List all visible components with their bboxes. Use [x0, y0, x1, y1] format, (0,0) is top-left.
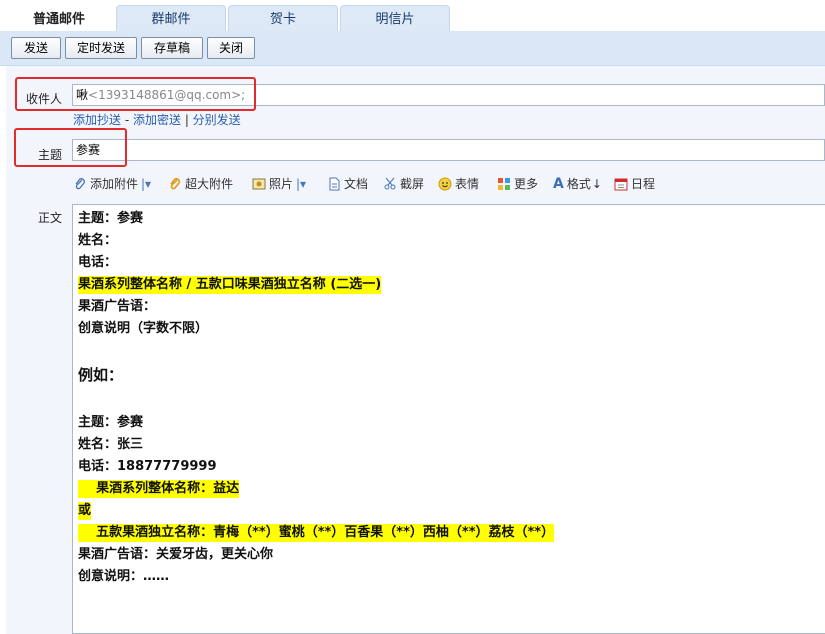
screenshot-label: 截屏	[400, 177, 425, 191]
body-label: 正文	[38, 211, 63, 225]
document-label: 文档	[344, 177, 369, 191]
body-line: 创意说明：……	[78, 569, 170, 584]
tab-greeting-card[interactable]: 贺卡	[228, 5, 338, 31]
photo-dropdown-icon[interactable]: |▾	[296, 175, 306, 193]
separator: -	[121, 113, 133, 127]
emoji-label: 表情	[455, 177, 480, 191]
photo-label: 照片	[269, 177, 294, 191]
body-line-highlighted: 五款果酒独立名称：青梅（**）蜜桃（**）百香果（**）西柚（**）荔枝（**）	[78, 524, 555, 542]
body-line-highlighted: 果酒系列整体名称：益达	[78, 480, 240, 498]
compose-type-tabs: 普通邮件 群邮件 贺卡 明信片	[0, 0, 825, 31]
attach-label: 添加附件	[90, 177, 139, 191]
body-line-highlighted: 或	[78, 502, 92, 520]
big-paperclip-icon	[170, 177, 181, 190]
message-body-editor[interactable]: 主题：参赛 姓名： 电话： 果酒系列整体名称 / 五款口味果酒独立名称 (二选一…	[72, 204, 825, 634]
format-label: 格式	[566, 177, 591, 191]
annotation-box-recipient	[15, 77, 256, 111]
scheduled-send-button[interactable]: 定时发送	[65, 37, 137, 59]
compose-toolbar: 发送 定时发送 存草稿 关闭	[0, 31, 825, 66]
apps-grid-icon	[498, 178, 510, 190]
annotation-box-subject	[14, 128, 127, 167]
more-button[interactable]: 更多	[497, 175, 538, 193]
format-a-icon: A	[553, 176, 564, 192]
body-line: 电话：18877779999	[78, 459, 217, 474]
more-label: 更多	[514, 177, 539, 191]
tab-normal-mail[interactable]: 普通邮件	[4, 5, 114, 31]
separator: |	[181, 113, 193, 127]
body-line: 姓名：	[78, 233, 118, 248]
attach-button[interactable]: 添加附件 |▾	[73, 175, 151, 193]
calendar-icon	[614, 178, 628, 191]
tab-group-mail[interactable]: 群邮件	[116, 5, 226, 31]
body-line: 电话：	[78, 255, 118, 270]
tab-postcard[interactable]: 明信片	[340, 5, 450, 31]
body-line: 果酒广告语：	[78, 299, 157, 314]
separate-send-link[interactable]: 分别发送	[193, 113, 241, 127]
format-button[interactable]: A 格式 ↓	[553, 175, 602, 193]
document-icon	[329, 177, 340, 191]
save-draft-button[interactable]: 存草稿	[141, 37, 203, 59]
body-line: 主题：参赛	[78, 211, 144, 226]
smiley-icon	[438, 177, 452, 191]
photo-button[interactable]: 照片 |▾	[252, 175, 306, 193]
body-example-heading: 例如：	[78, 366, 124, 384]
close-button[interactable]: 关闭	[207, 37, 255, 59]
body-line: 创意说明（字数不限）	[78, 321, 209, 336]
body-line: 主题：参赛	[78, 415, 144, 430]
format-arrow-icon: ↓	[591, 177, 602, 191]
attach-dropdown-icon[interactable]: |▾	[141, 175, 151, 193]
screenshot-scissors-icon	[384, 177, 396, 190]
big-attach-label: 超大附件	[185, 177, 234, 191]
big-attach-button[interactable]: 超大附件	[168, 175, 233, 193]
schedule-button[interactable]: 日程	[614, 175, 655, 193]
send-button[interactable]: 发送	[11, 37, 61, 59]
schedule-label: 日程	[631, 177, 656, 191]
body-line-highlighted: 果酒系列整体名称 / 五款口味果酒独立名称 (二选一)	[78, 276, 382, 294]
add-bcc-link[interactable]: 添加密送	[133, 113, 181, 127]
subject-field[interactable]: 参赛	[72, 139, 825, 161]
body-line: 姓名：张三	[78, 437, 144, 452]
photo-icon	[252, 178, 266, 190]
body-line: 果酒广告语：关爱牙齿，更关心你	[78, 547, 274, 562]
screenshot-button[interactable]: 截屏	[383, 175, 424, 193]
cc-links: 添加抄送 - 添加密送 | 分别发送	[73, 111, 241, 128]
paperclip-icon	[75, 178, 85, 190]
add-cc-link[interactable]: 添加抄送	[73, 113, 121, 127]
emoji-button[interactable]: 表情	[438, 175, 479, 193]
document-button[interactable]: 文档	[327, 175, 368, 193]
